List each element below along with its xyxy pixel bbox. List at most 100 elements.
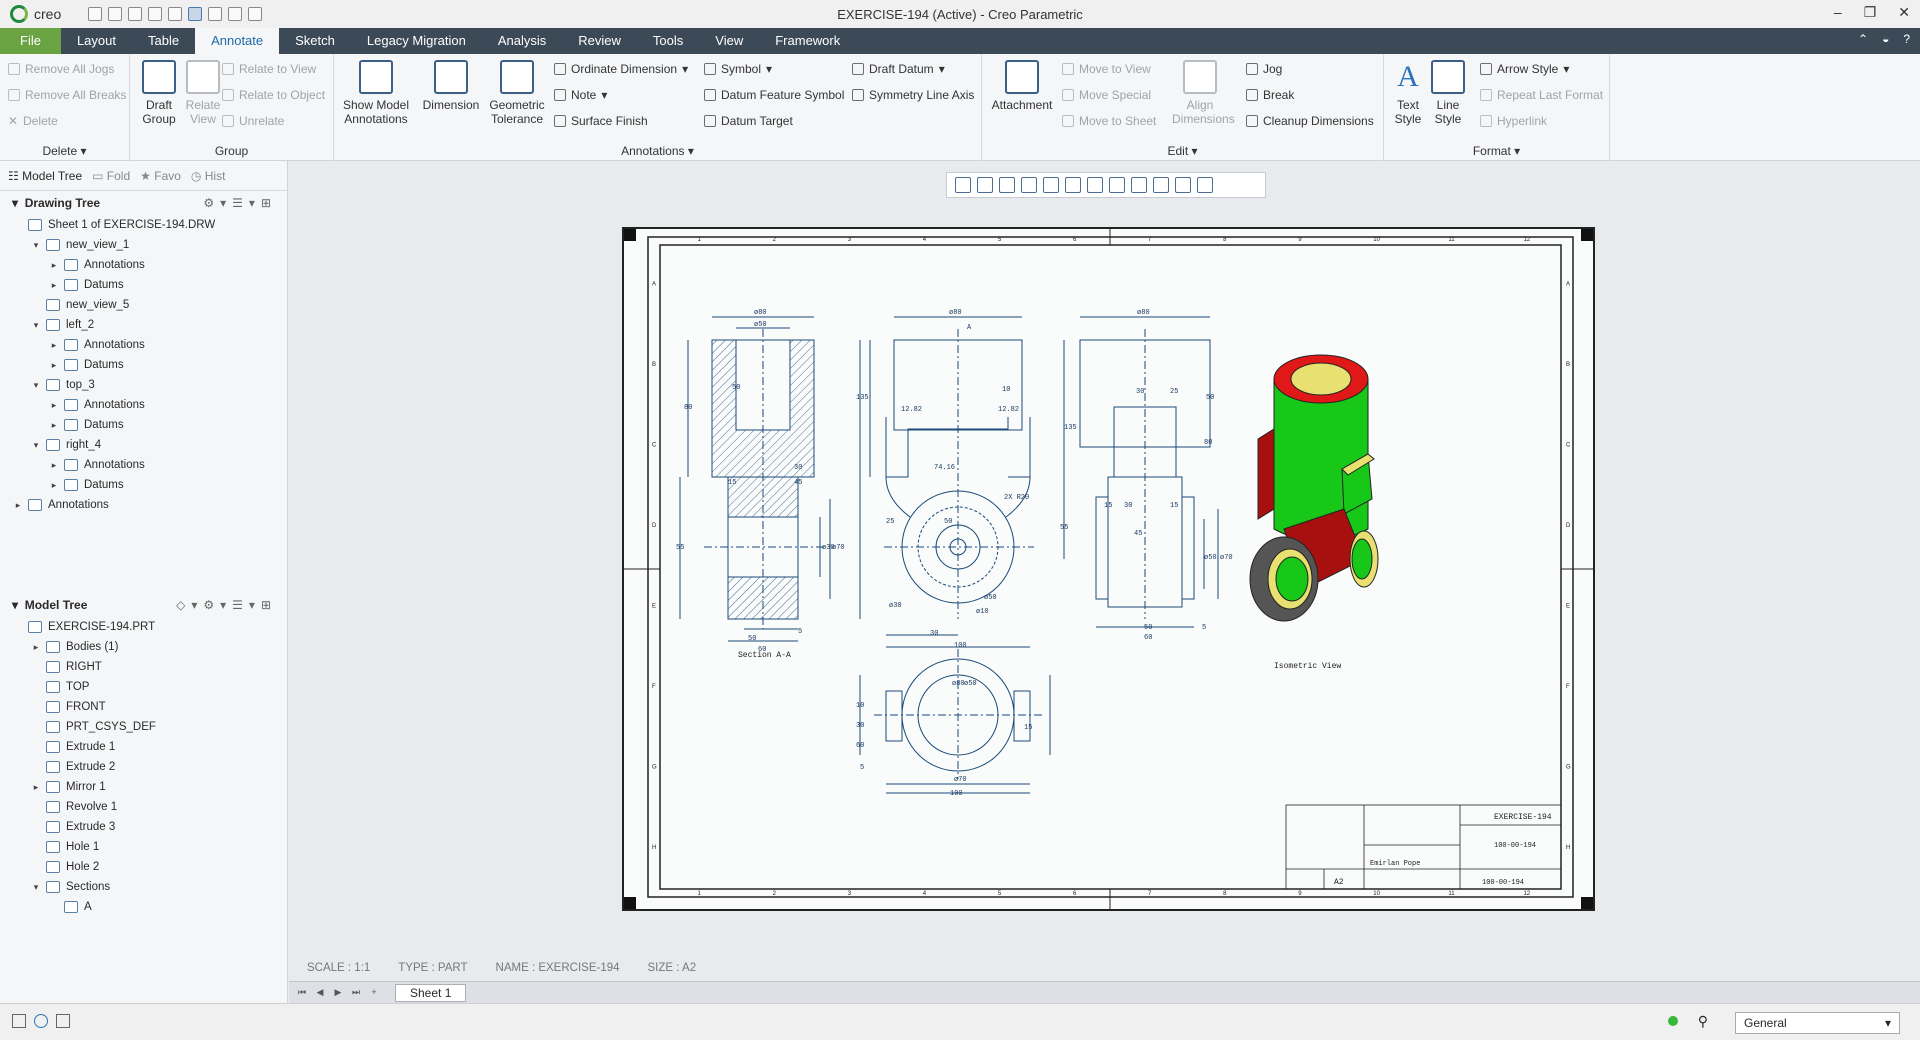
arrow-style-button[interactable]: Arrow Style ▾ bbox=[1480, 62, 1569, 76]
tree-item[interactable]: Sheet 1 of EXERCISE-194.DRW bbox=[0, 215, 287, 235]
align-dimensions-button[interactable]: Align Dimensions bbox=[1172, 60, 1235, 126]
tab-annotate[interactable]: Annotate bbox=[195, 28, 280, 54]
dimension-text[interactable]: 12.82 bbox=[998, 406, 1019, 414]
tab-tools[interactable]: Tools bbox=[637, 28, 699, 54]
dimension-text[interactable]: 45 bbox=[794, 479, 802, 487]
tree-item[interactable]: ▾ left_2 bbox=[0, 315, 287, 335]
zoom-out-icon[interactable] bbox=[999, 177, 1015, 193]
dimension-text[interactable]: 50 bbox=[748, 635, 756, 643]
add-sheet-icon[interactable]: + bbox=[367, 987, 381, 999]
dimension-text[interactable]: ø70 bbox=[954, 776, 967, 784]
dimension-text[interactable]: 55 bbox=[1060, 524, 1068, 532]
draft-group-button[interactable]: Draft Group bbox=[136, 60, 182, 126]
tree-item[interactable]: Extrude 3 bbox=[0, 817, 287, 837]
dimension-text[interactable]: 30 bbox=[1124, 502, 1132, 510]
expand-toggle-icon[interactable]: ▸ bbox=[48, 360, 60, 371]
dimension-text[interactable]: 15 bbox=[1104, 502, 1112, 510]
tree-item[interactable]: Hole 2 bbox=[0, 857, 287, 877]
tree-settings-icon[interactable]: ⚙▾☰▾⊞ bbox=[203, 196, 277, 210]
expand-toggle-icon[interactable]: ▸ bbox=[48, 420, 60, 431]
tree-item[interactable]: ▸ Annotations bbox=[0, 495, 287, 515]
tab-folder-browser[interactable]: ▭ Fold bbox=[92, 169, 130, 183]
expand-toggle-icon[interactable]: ▾ bbox=[30, 440, 42, 451]
expand-toggle-icon[interactable]: ▾ bbox=[30, 240, 42, 251]
dimension-text[interactable]: 55 bbox=[676, 544, 684, 552]
dimension-text[interactable]: 135 bbox=[1064, 424, 1077, 432]
remove-all-jogs-button[interactable]: Remove All Jogs bbox=[8, 62, 114, 76]
tree-item[interactable]: ▸ Datums bbox=[0, 415, 287, 435]
dimension-text[interactable]: 25 bbox=[886, 518, 894, 526]
repeat-last-format-button[interactable]: Repeat Last Format bbox=[1480, 88, 1603, 102]
format-group-label[interactable]: Format ▾ bbox=[1384, 144, 1609, 158]
select-box-icon[interactable] bbox=[188, 7, 202, 21]
show-model-annotations-button[interactable]: Show Model Annotations bbox=[338, 60, 414, 126]
expand-toggle-icon[interactable]: ▾ bbox=[30, 380, 42, 391]
attachment-button[interactable]: Attachment bbox=[986, 60, 1058, 112]
regenerate-icon[interactable] bbox=[208, 7, 222, 21]
dimension-text[interactable]: 5 bbox=[1202, 624, 1206, 632]
tab-sketch[interactable]: Sketch bbox=[279, 28, 351, 54]
collapse-ribbon-icon[interactable]: ⌃ bbox=[1858, 32, 1868, 46]
drawing-sheet[interactable]: 1 1 2 2 3 3 4 4 5 5 6 6 7 7 8 8 9 9 10 10 11 11 12 12 AABBCCDDE… bbox=[622, 227, 1595, 911]
dimension-text[interactable]: 5 bbox=[860, 764, 864, 772]
dimension-text[interactable]: 50 bbox=[1206, 394, 1214, 402]
tree-item[interactable]: Revolve 1 bbox=[0, 797, 287, 817]
tree-item[interactable]: ▾ Sections bbox=[0, 877, 287, 897]
dimension-button[interactable]: Dimension bbox=[420, 60, 482, 112]
browser-toggle-icon[interactable] bbox=[34, 1014, 48, 1028]
datum-target-button[interactable]: Datum Target bbox=[704, 114, 793, 128]
last-sheet-icon[interactable]: ⏭ bbox=[349, 987, 363, 999]
expand-toggle-icon[interactable]: ▸ bbox=[48, 340, 60, 351]
dimension-text[interactable]: 135 bbox=[856, 394, 869, 402]
relate-view-button[interactable]: Relate View bbox=[180, 60, 226, 126]
point-display-icon[interactable] bbox=[1153, 177, 1169, 193]
tab-review[interactable]: Review bbox=[562, 28, 637, 54]
tab-view[interactable]: View bbox=[699, 28, 759, 54]
tab-analysis[interactable]: Analysis bbox=[482, 28, 562, 54]
annotations-group-label[interactable]: Annotations ▾ bbox=[334, 144, 981, 158]
hidden-line-icon[interactable] bbox=[1087, 177, 1103, 193]
dimension-text[interactable]: 30 bbox=[856, 722, 864, 730]
tree-item[interactable]: EXERCISE-194.PRT bbox=[0, 617, 287, 637]
restore-icon[interactable]: ❐ bbox=[1864, 4, 1877, 21]
dimension-text[interactable]: 100 bbox=[954, 642, 967, 650]
tree-item[interactable]: Extrude 1 bbox=[0, 737, 287, 757]
csys-display-icon[interactable] bbox=[1175, 177, 1191, 193]
jog-button[interactable]: Jog bbox=[1246, 62, 1282, 76]
dimension-text[interactable]: 30 bbox=[930, 630, 938, 638]
dimension-text[interactable]: 60 bbox=[856, 742, 864, 750]
tree-item[interactable]: TOP bbox=[0, 677, 287, 697]
dimension-text[interactable]: 50 bbox=[1144, 624, 1152, 632]
dimension-text[interactable]: 30 bbox=[1136, 388, 1144, 396]
datum-feature-symbol-button[interactable]: Datum Feature Symbol bbox=[704, 88, 844, 102]
redo-icon[interactable] bbox=[168, 7, 182, 21]
zoom-in-icon[interactable] bbox=[977, 177, 993, 193]
tab-table[interactable]: Table bbox=[132, 28, 195, 54]
dimension-text[interactable]: 15 bbox=[1024, 724, 1032, 732]
expand-toggle-icon[interactable]: ▸ bbox=[12, 500, 24, 511]
dimension-text[interactable]: ø50 bbox=[964, 680, 977, 688]
dimension-text[interactable]: A bbox=[967, 324, 972, 332]
dimension-text[interactable]: ø80 bbox=[754, 309, 767, 317]
tree-item[interactable]: ▸ Datums bbox=[0, 475, 287, 495]
note-button[interactable]: Note ▾ bbox=[554, 88, 607, 102]
tree-item[interactable]: ▸ Annotations bbox=[0, 455, 287, 475]
dimension-text[interactable]: ø50 bbox=[1204, 554, 1217, 562]
ordinate-dimension-button[interactable]: Ordinate Dimension ▾ bbox=[554, 62, 688, 76]
dimension-text[interactable]: 10 bbox=[1002, 386, 1010, 394]
dimension-text[interactable]: 80 bbox=[1204, 439, 1212, 447]
expand-toggle-icon[interactable]: ▾ bbox=[30, 882, 42, 893]
surface-finish-button[interactable]: Surface Finish bbox=[554, 114, 648, 128]
dimension-text[interactable]: ø50 bbox=[754, 321, 767, 329]
minimize-icon[interactable]: – bbox=[1834, 4, 1842, 21]
search-help-icon[interactable]: ◒ bbox=[1882, 32, 1889, 46]
tree-item[interactable]: ▾ new_view_1 bbox=[0, 235, 287, 255]
break-button[interactable]: Break bbox=[1246, 88, 1294, 102]
tree-item[interactable]: Hole 1 bbox=[0, 837, 287, 857]
dimension-text[interactable]: 100 bbox=[950, 790, 963, 798]
refit-icon[interactable] bbox=[955, 177, 971, 193]
tree-item[interactable]: ▸ Mirror 1 bbox=[0, 777, 287, 797]
dimension-text[interactable]: 12.82 bbox=[901, 406, 922, 414]
tree-item[interactable]: A bbox=[0, 897, 287, 917]
tab-framework[interactable]: Framework bbox=[759, 28, 856, 54]
